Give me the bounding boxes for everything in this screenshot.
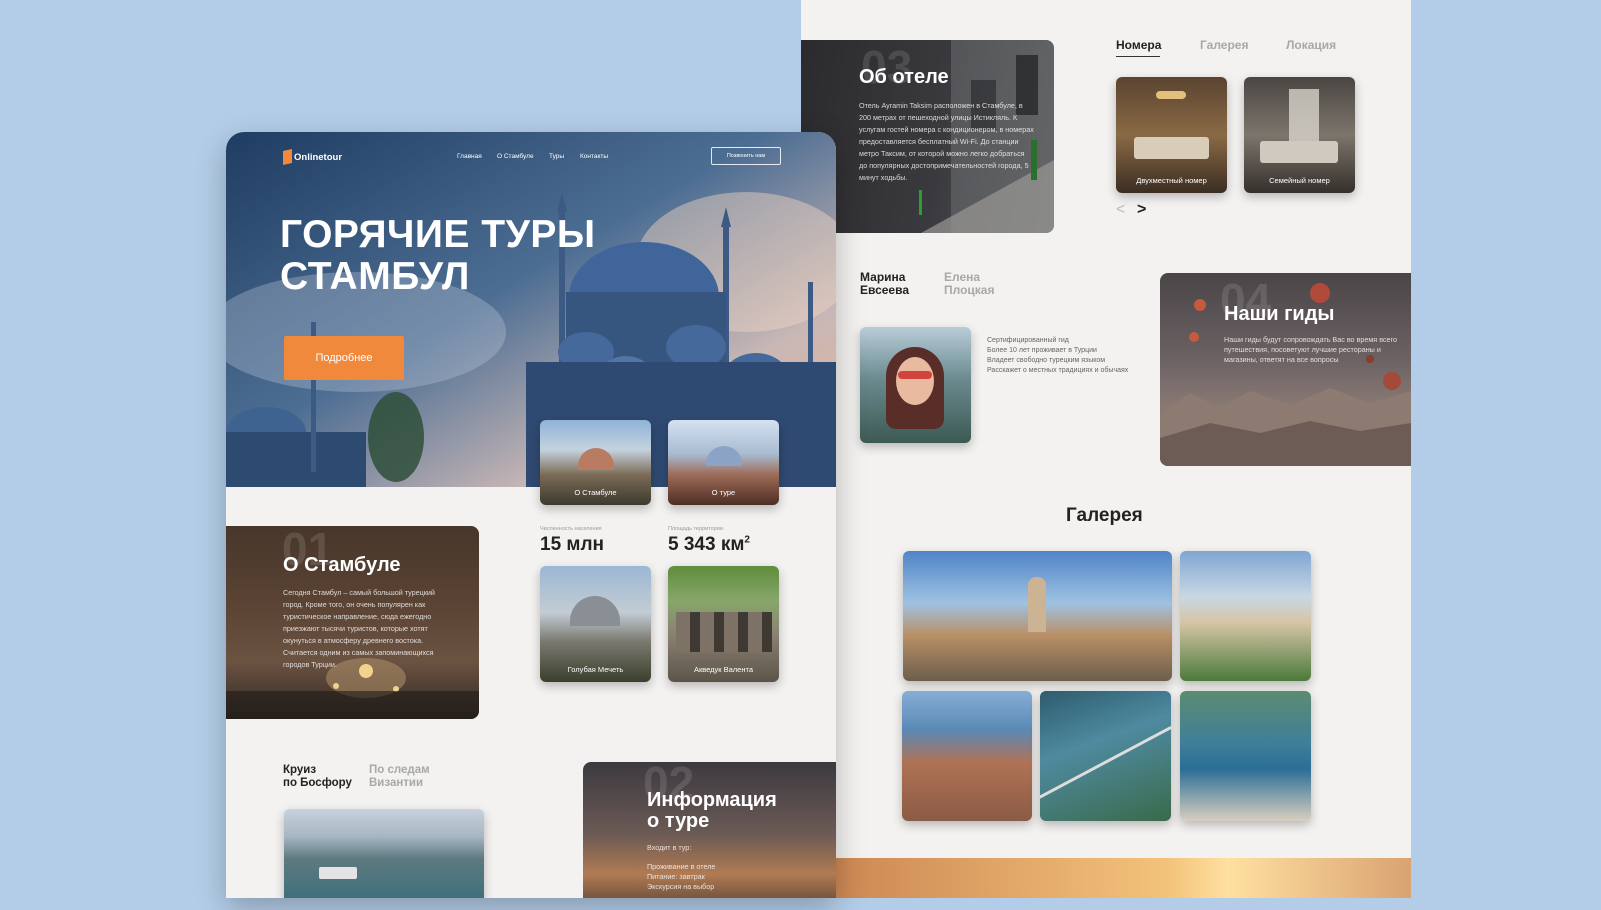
tab-rooms[interactable]: Номера	[1116, 38, 1161, 52]
room-window	[1289, 89, 1319, 144]
hero-title-line: ГОРЯЧИЕ ТУРЫ	[280, 213, 596, 256]
room-caption: Двухместный номер	[1136, 176, 1207, 185]
gallery-photo-palace[interactable]	[1180, 551, 1311, 681]
guides-description: Наши гиды будут сопровождать Вас во врем…	[1224, 335, 1397, 364]
hero-title: ГОРЯЧИЕ ТУРЫ СТАМБУЛ	[280, 214, 596, 298]
mosque-dome	[570, 596, 620, 626]
photo-blue-mosque[interactable]: Голубая Мечеть	[540, 566, 651, 682]
photo-bosphorus-cruise[interactable]	[284, 809, 484, 898]
info-subtitle: Входит в тур:	[647, 843, 692, 852]
room-bed	[1134, 137, 1209, 159]
tab-byzantium[interactable]: По следам Византии	[369, 764, 430, 789]
tab-line: По следам	[369, 764, 430, 776]
info-line: Экскурсия на выбор	[647, 882, 715, 891]
guide-last-name: Евсеева	[860, 283, 909, 297]
hero-title-line: СТАМБУЛ	[280, 255, 470, 298]
area-value: 5 343 км2	[668, 534, 750, 556]
hotel-description: Отель Ayramin Taksim расположен в Стамбу…	[859, 101, 1034, 182]
cappadocia-photo	[1160, 283, 1411, 466]
sunset-strip	[801, 858, 1411, 898]
brand-name: Onlinetour	[294, 151, 343, 163]
tab-bosphorus-cruise[interactable]: Круиз по Босфору	[283, 764, 352, 789]
info-line: Проживание в отеле	[647, 862, 716, 871]
thumb-about-istanbul[interactable]: О Стамбуле	[540, 420, 651, 505]
guide-fact: Более 10 лет проживает в Турции	[987, 347, 1097, 354]
info-line: Питание: завтрак	[647, 872, 705, 881]
thumb-about-tour[interactable]: О туре	[668, 420, 779, 505]
guide-tab-elena[interactable]: Елена Плоцкая	[944, 271, 994, 297]
cruise-ship	[319, 867, 357, 879]
gallery-photo-bridge[interactable]	[902, 691, 1032, 821]
area-superscript: 2	[744, 534, 750, 546]
gallery-photo-galata[interactable]	[903, 551, 1172, 681]
thumb-caption: О Стамбуле	[574, 488, 617, 497]
tab-line: Круиз	[283, 764, 317, 776]
info-details: Проживание в отеле Питание: завтрак Экск…	[647, 862, 715, 892]
guides-card: 04 Наши гиды Наши гиды будут сопровождат…	[1160, 273, 1411, 466]
room-caption: Семейный номер	[1269, 176, 1330, 185]
nav-home[interactable]: Главная	[457, 153, 482, 160]
left-page: Onlinetour Главная О Стамбуле Туры Конта…	[226, 132, 836, 898]
room-lamp	[1156, 91, 1186, 99]
galata-tower	[1028, 577, 1046, 632]
photo-caption: Акведук Валента	[693, 665, 754, 674]
gallery-photo-beach[interactable]	[1180, 691, 1311, 821]
call-us-button[interactable]: Позвонить нам	[711, 147, 781, 165]
population-label: Численность населения	[540, 526, 602, 532]
info-title: Информация о туре	[647, 790, 777, 832]
thumb-caption: О туре	[711, 488, 736, 497]
tab-line: по Босфору	[283, 776, 352, 789]
tab-line: Византии	[369, 776, 424, 789]
right-page: 03 Об отеле Отель Ayramin Taksim располо…	[801, 0, 1411, 898]
gallery-photo-bosphorus[interactable]	[1040, 691, 1171, 821]
guide-sunglasses	[898, 371, 932, 379]
room-bed	[1260, 141, 1338, 163]
area-label: Площадь территории	[668, 526, 723, 532]
nav-contacts[interactable]: Контакты	[580, 153, 608, 160]
photo-aqueduct[interactable]: Акведук Валента	[668, 566, 779, 682]
info-title-line: о туре	[647, 810, 710, 832]
info-title-line: Информация	[647, 789, 777, 811]
logo-icon	[283, 149, 292, 165]
about-title: О Стамбуле	[283, 554, 401, 576]
guide-fact: Сертифицированный гид	[987, 337, 1069, 344]
tab-location[interactable]: Локация	[1286, 38, 1336, 52]
nav-tours[interactable]: Туры	[549, 153, 564, 160]
guide-face	[896, 357, 934, 405]
gallery-title: Галерея	[1066, 505, 1143, 526]
tour-info-card: 02 Информация о туре Входит в тур: Прожи…	[583, 762, 836, 898]
nav-about-istanbul[interactable]: О Стамбуле	[497, 153, 534, 160]
photo-caption: Голубая Мечеть	[567, 665, 624, 674]
tab-underline	[1116, 56, 1160, 57]
guide-facts: Сертифицированный гид Более 10 лет прожи…	[987, 336, 1128, 376]
room-card-double[interactable]: Двухместный номер	[1116, 77, 1227, 193]
more-button[interactable]: Подробнее	[284, 336, 404, 380]
carousel-prev-button[interactable]: <	[1116, 201, 1125, 219]
tab-gallery[interactable]: Галерея	[1200, 38, 1248, 52]
guide-tab-marina[interactable]: Марина Евсеева	[860, 271, 909, 297]
room-card-family[interactable]: Семейный номер	[1244, 77, 1355, 193]
population-value: 15 млн	[540, 534, 605, 555]
guide-last-name: Плоцкая	[944, 283, 995, 297]
brand-logo[interactable]: Onlinetour	[283, 149, 343, 165]
about-istanbul-card: 01 О Стамбуле Сегодня Стамбул – самый бо…	[226, 526, 479, 719]
about-description: Сегодня Стамбул – самый большой турецкий…	[283, 588, 435, 669]
bosphorus-bridge	[1040, 725, 1171, 800]
carousel-next-button[interactable]: >	[1137, 201, 1146, 219]
guide-fact: Расскажет о местных традициях и обычаях	[987, 367, 1129, 374]
guides-title: Наши гиды	[1224, 303, 1335, 325]
hotel-card: 03 Об отеле Отель Ayramin Taksim располо…	[801, 40, 1054, 233]
hagia-sophia-dome	[578, 448, 614, 470]
area-number: 5 343 км	[668, 534, 745, 555]
blue-mosque-dome	[706, 446, 742, 466]
hotel-title: Об отеле	[859, 66, 949, 88]
guide-photo	[860, 327, 971, 443]
aqueduct-arches	[676, 612, 772, 652]
guide-fact: Владеет свободно турецким языком	[987, 357, 1106, 364]
